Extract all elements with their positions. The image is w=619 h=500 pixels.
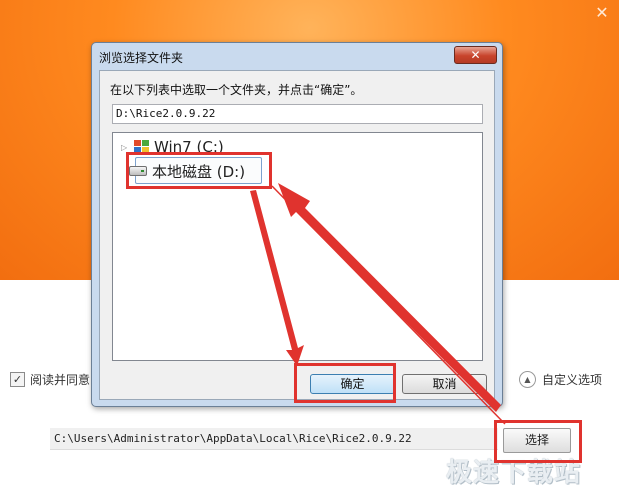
arrow-to-ok xyxy=(250,190,304,366)
annotation-arrows xyxy=(250,183,506,425)
arrow-to-disk xyxy=(278,183,501,412)
